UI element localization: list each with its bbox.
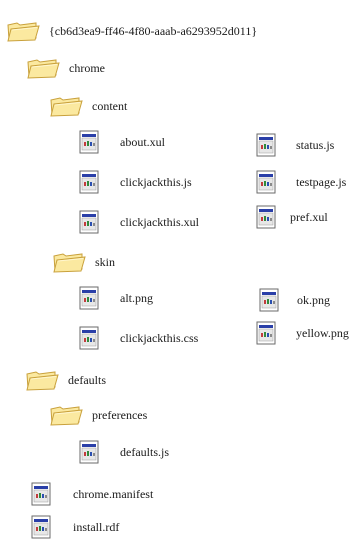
folder-skin-label: skin bbox=[95, 255, 116, 269]
folder-defaults-label: defaults bbox=[68, 373, 106, 387]
file-icon bbox=[79, 440, 99, 464]
file-defaults-js-label: defaults.js bbox=[120, 445, 169, 459]
file-clickjackthis-css-label: clickjackthis.css bbox=[120, 331, 199, 345]
file-ok-png-label: ok.png bbox=[297, 293, 330, 307]
file-install-rdf[interactable]: install.rdf bbox=[31, 515, 119, 539]
folder-chrome-label: chrome bbox=[69, 61, 105, 75]
file-icon bbox=[79, 286, 99, 310]
file-testpage-js[interactable]: testpage.js bbox=[256, 170, 346, 194]
file-icon bbox=[79, 326, 99, 350]
file-ok-png[interactable]: ok.png bbox=[259, 288, 330, 312]
folder-icon bbox=[26, 57, 60, 79]
file-yellow-png[interactable]: yellow.png bbox=[256, 321, 349, 345]
file-icon bbox=[259, 288, 279, 312]
file-icon bbox=[79, 130, 99, 154]
folder-preferences-label: preferences bbox=[92, 408, 148, 422]
folder-icon bbox=[6, 20, 40, 42]
file-status-js-label: status.js bbox=[296, 138, 335, 152]
file-testpage-js-label: testpage.js bbox=[296, 175, 347, 189]
file-chrome-manifest-label: chrome.manifest bbox=[73, 487, 154, 501]
folder-icon bbox=[25, 369, 59, 391]
file-pref-xul-label: pref.xul bbox=[290, 210, 328, 224]
file-clickjackthis-xul[interactable]: clickjackthis.xul bbox=[79, 210, 199, 234]
file-defaults-js[interactable]: defaults.js bbox=[79, 440, 169, 464]
folder-root-label: {cb6d3ea9-ff46-4f80-aaab-a6293952d011} bbox=[49, 24, 258, 38]
folder-icon bbox=[49, 95, 83, 117]
file-status-js[interactable]: status.js bbox=[256, 133, 334, 157]
file-clickjackthis-xul-label: clickjackthis.xul bbox=[120, 215, 199, 229]
file-icon bbox=[79, 210, 99, 234]
file-icon bbox=[256, 170, 276, 194]
folder-icon bbox=[49, 404, 83, 426]
file-about-xul-label: about.xul bbox=[120, 135, 165, 149]
folder-defaults[interactable]: defaults bbox=[25, 369, 106, 391]
file-alt-png-label: alt.png bbox=[120, 291, 153, 305]
file-icon bbox=[79, 170, 99, 194]
folder-root[interactable]: {cb6d3ea9-ff46-4f80-aaab-a6293952d011} bbox=[6, 20, 257, 42]
folder-content[interactable]: content bbox=[49, 95, 127, 117]
file-icon bbox=[31, 482, 51, 506]
folder-content-label: content bbox=[92, 99, 128, 113]
file-chrome-manifest[interactable]: chrome.manifest bbox=[31, 482, 153, 506]
file-icon bbox=[31, 515, 51, 539]
file-clickjackthis-css[interactable]: clickjackthis.css bbox=[79, 326, 198, 350]
file-icon bbox=[256, 321, 276, 345]
file-alt-png[interactable]: alt.png bbox=[79, 286, 153, 310]
folder-skin[interactable]: skin bbox=[52, 251, 115, 273]
file-clickjackthis-js-label: clickjackthis.js bbox=[120, 175, 192, 189]
file-yellow-png-label: yellow.png bbox=[296, 326, 349, 340]
file-install-rdf-label: install.rdf bbox=[73, 520, 120, 534]
file-pref-xul[interactable]: pref.xul bbox=[256, 205, 328, 229]
file-about-xul[interactable]: about.xul bbox=[79, 130, 165, 154]
folder-chrome[interactable]: chrome bbox=[26, 57, 105, 79]
folder-icon bbox=[52, 251, 86, 273]
file-clickjackthis-js[interactable]: clickjackthis.js bbox=[79, 170, 192, 194]
folder-preferences[interactable]: preferences bbox=[49, 404, 147, 426]
file-icon bbox=[256, 205, 276, 229]
file-icon bbox=[256, 133, 276, 157]
